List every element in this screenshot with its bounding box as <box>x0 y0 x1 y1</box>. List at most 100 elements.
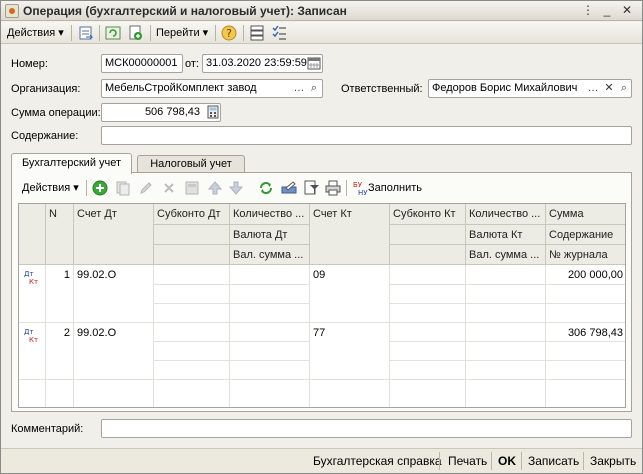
help-icon[interactable]: ⋮ <box>580 3 596 18</box>
structure-icon[interactable] <box>249 25 265 41</box>
organization-select-button[interactable]: … <box>291 80 307 97</box>
toolbar-separator <box>243 25 244 41</box>
row-dt[interactable]: 99.02.О <box>74 265 154 323</box>
tab-accounting[interactable]: Бухгалтерский учет <box>11 153 132 174</box>
row-cell[interactable] <box>466 265 546 285</box>
header-kt[interactable]: Счет Кт <box>310 204 390 265</box>
save-button[interactable]: Записать <box>528 453 579 469</box>
header-dt[interactable]: Счет Дт <box>74 204 154 265</box>
empty-cell <box>230 380 310 407</box>
print-table-icon[interactable] <box>325 180 341 196</box>
header-qty-kt[interactable]: Количество ... <box>466 204 546 225</box>
edit-field-icon[interactable] <box>281 180 297 196</box>
row-cell[interactable] <box>230 342 310 361</box>
organization-search-icon[interactable]: ⌕ <box>306 80 322 97</box>
accounting-panel: Действия ▾ БУ НУ Заполнить N Счет Дт Суб… <box>11 172 632 412</box>
organization-value: МебельСтройКомплект завод <box>105 82 257 94</box>
refresh-document-icon[interactable] <box>105 25 121 41</box>
row-cell[interactable] <box>154 323 230 342</box>
calendar-icon[interactable] <box>307 56 321 70</box>
sum-field[interactable]: 506 798,43 <box>101 103 221 122</box>
list-settings-icon[interactable] <box>271 25 287 41</box>
row-number[interactable]: 2 <box>46 323 74 380</box>
table-actions-menu[interactable]: Действия ▾ <box>22 180 79 196</box>
content-field[interactable] <box>101 126 632 145</box>
row-number[interactable]: 1 <box>46 265 74 323</box>
goto-menu[interactable]: Перейти ▾ <box>156 25 208 41</box>
row-cell[interactable] <box>546 342 625 361</box>
refresh-icon[interactable] <box>258 180 274 196</box>
header-subkonto-dt[interactable]: Субконто Дт <box>154 204 230 225</box>
table-row[interactable]: Дт Кт <box>19 323 46 380</box>
row-kt[interactable]: 77 <box>310 323 390 380</box>
responsible-select-button[interactable]: … <box>585 80 601 97</box>
header-content[interactable]: Содержание <box>546 225 625 245</box>
header-subkonto-kt[interactable]: Субконто Кт <box>390 204 466 225</box>
row-cell[interactable] <box>230 265 310 285</box>
row-cell[interactable] <box>230 285 310 304</box>
row-cell[interactable] <box>546 361 625 380</box>
filter-icon[interactable] <box>304 180 320 196</box>
header-blank-kt-1 <box>390 225 466 245</box>
add-row-icon[interactable] <box>92 180 108 196</box>
close-window-icon[interactable]: ✕ <box>619 3 635 18</box>
print-button[interactable]: Печать <box>448 453 487 469</box>
ok-button[interactable]: OK <box>498 453 516 469</box>
row-sum[interactable]: 306 798,43 <box>546 323 625 342</box>
row-cell[interactable] <box>466 285 546 304</box>
svg-text:БУ: БУ <box>353 181 363 189</box>
accounting-report-button[interactable]: Бухгалтерская справка <box>313 453 442 469</box>
row-cell[interactable] <box>390 361 466 380</box>
responsible-search-icon[interactable]: ⌕ <box>616 80 632 97</box>
help-button-icon[interactable]: ? <box>221 25 237 41</box>
date-field[interactable]: 31.03.2020 23:59:59 <box>202 54 323 73</box>
fill-from-ledger-icon[interactable]: БУНУ <box>352 180 368 196</box>
header-currency-dt[interactable]: Валюта Дт <box>230 225 310 245</box>
row-cell[interactable] <box>154 304 230 323</box>
row-cell[interactable] <box>390 342 466 361</box>
table-row[interactable]: Дт Кт <box>19 265 46 323</box>
header-journal[interactable]: № журнала <box>546 245 625 265</box>
header-n[interactable]: N <box>46 204 74 265</box>
row-cell[interactable] <box>390 304 466 323</box>
header-currency-sum-dt[interactable]: Вал. сумма ... <box>230 245 310 265</box>
row-cell[interactable] <box>390 285 466 304</box>
svg-text:?: ? <box>226 27 232 40</box>
header-currency-sum-kt[interactable]: Вал. сумма ... <box>466 245 546 265</box>
row-cell[interactable] <box>154 285 230 304</box>
row-cell[interactable] <box>230 361 310 380</box>
header-currency-kt[interactable]: Валюта Кт <box>466 225 546 245</box>
row-cell[interactable] <box>466 361 546 380</box>
post-row-icon <box>185 181 199 195</box>
calculator-icon[interactable] <box>206 105 220 119</box>
header-qty-dt[interactable]: Количество ... <box>230 204 310 225</box>
row-cell[interactable] <box>466 342 546 361</box>
row-cell[interactable] <box>466 323 546 342</box>
responsible-clear-icon[interactable]: ✕ <box>601 80 617 97</box>
row-cell[interactable] <box>390 265 466 285</box>
row-cell[interactable] <box>154 342 230 361</box>
header-sum[interactable]: Сумма <box>546 204 625 225</box>
row-cell[interactable] <box>546 304 625 323</box>
row-cell[interactable] <box>230 304 310 323</box>
row-cell[interactable] <box>390 323 466 342</box>
row-cell[interactable] <box>230 323 310 342</box>
copy-document-icon[interactable] <box>127 25 143 41</box>
actions-menu[interactable]: Действия ▾ <box>7 25 64 41</box>
minimize-icon[interactable]: _ <box>599 3 615 18</box>
row-cell[interactable] <box>466 304 546 323</box>
number-field[interactable]: МСК00000001 <box>101 54 183 73</box>
row-sum[interactable]: 200 000,00 <box>546 265 625 285</box>
comment-field[interactable] <box>101 419 632 438</box>
row-kt[interactable]: 09 <box>310 265 390 323</box>
row-cell[interactable] <box>154 361 230 380</box>
row-dt[interactable]: 99.02.О <box>74 323 154 380</box>
organization-field[interactable]: МебельСтройКомплект завод <box>101 79 323 98</box>
row-cell[interactable] <box>546 285 625 304</box>
tab-tax[interactable]: Налоговый учет <box>137 155 245 173</box>
row-cell[interactable] <box>154 265 230 285</box>
fill-button[interactable]: Заполнить <box>368 180 422 196</box>
close-button[interactable]: Закрыть <box>590 453 636 469</box>
operation-window: Операция (бухгалтерский и налоговый учет… <box>0 0 643 474</box>
post-and-close-icon[interactable] <box>78 25 94 41</box>
